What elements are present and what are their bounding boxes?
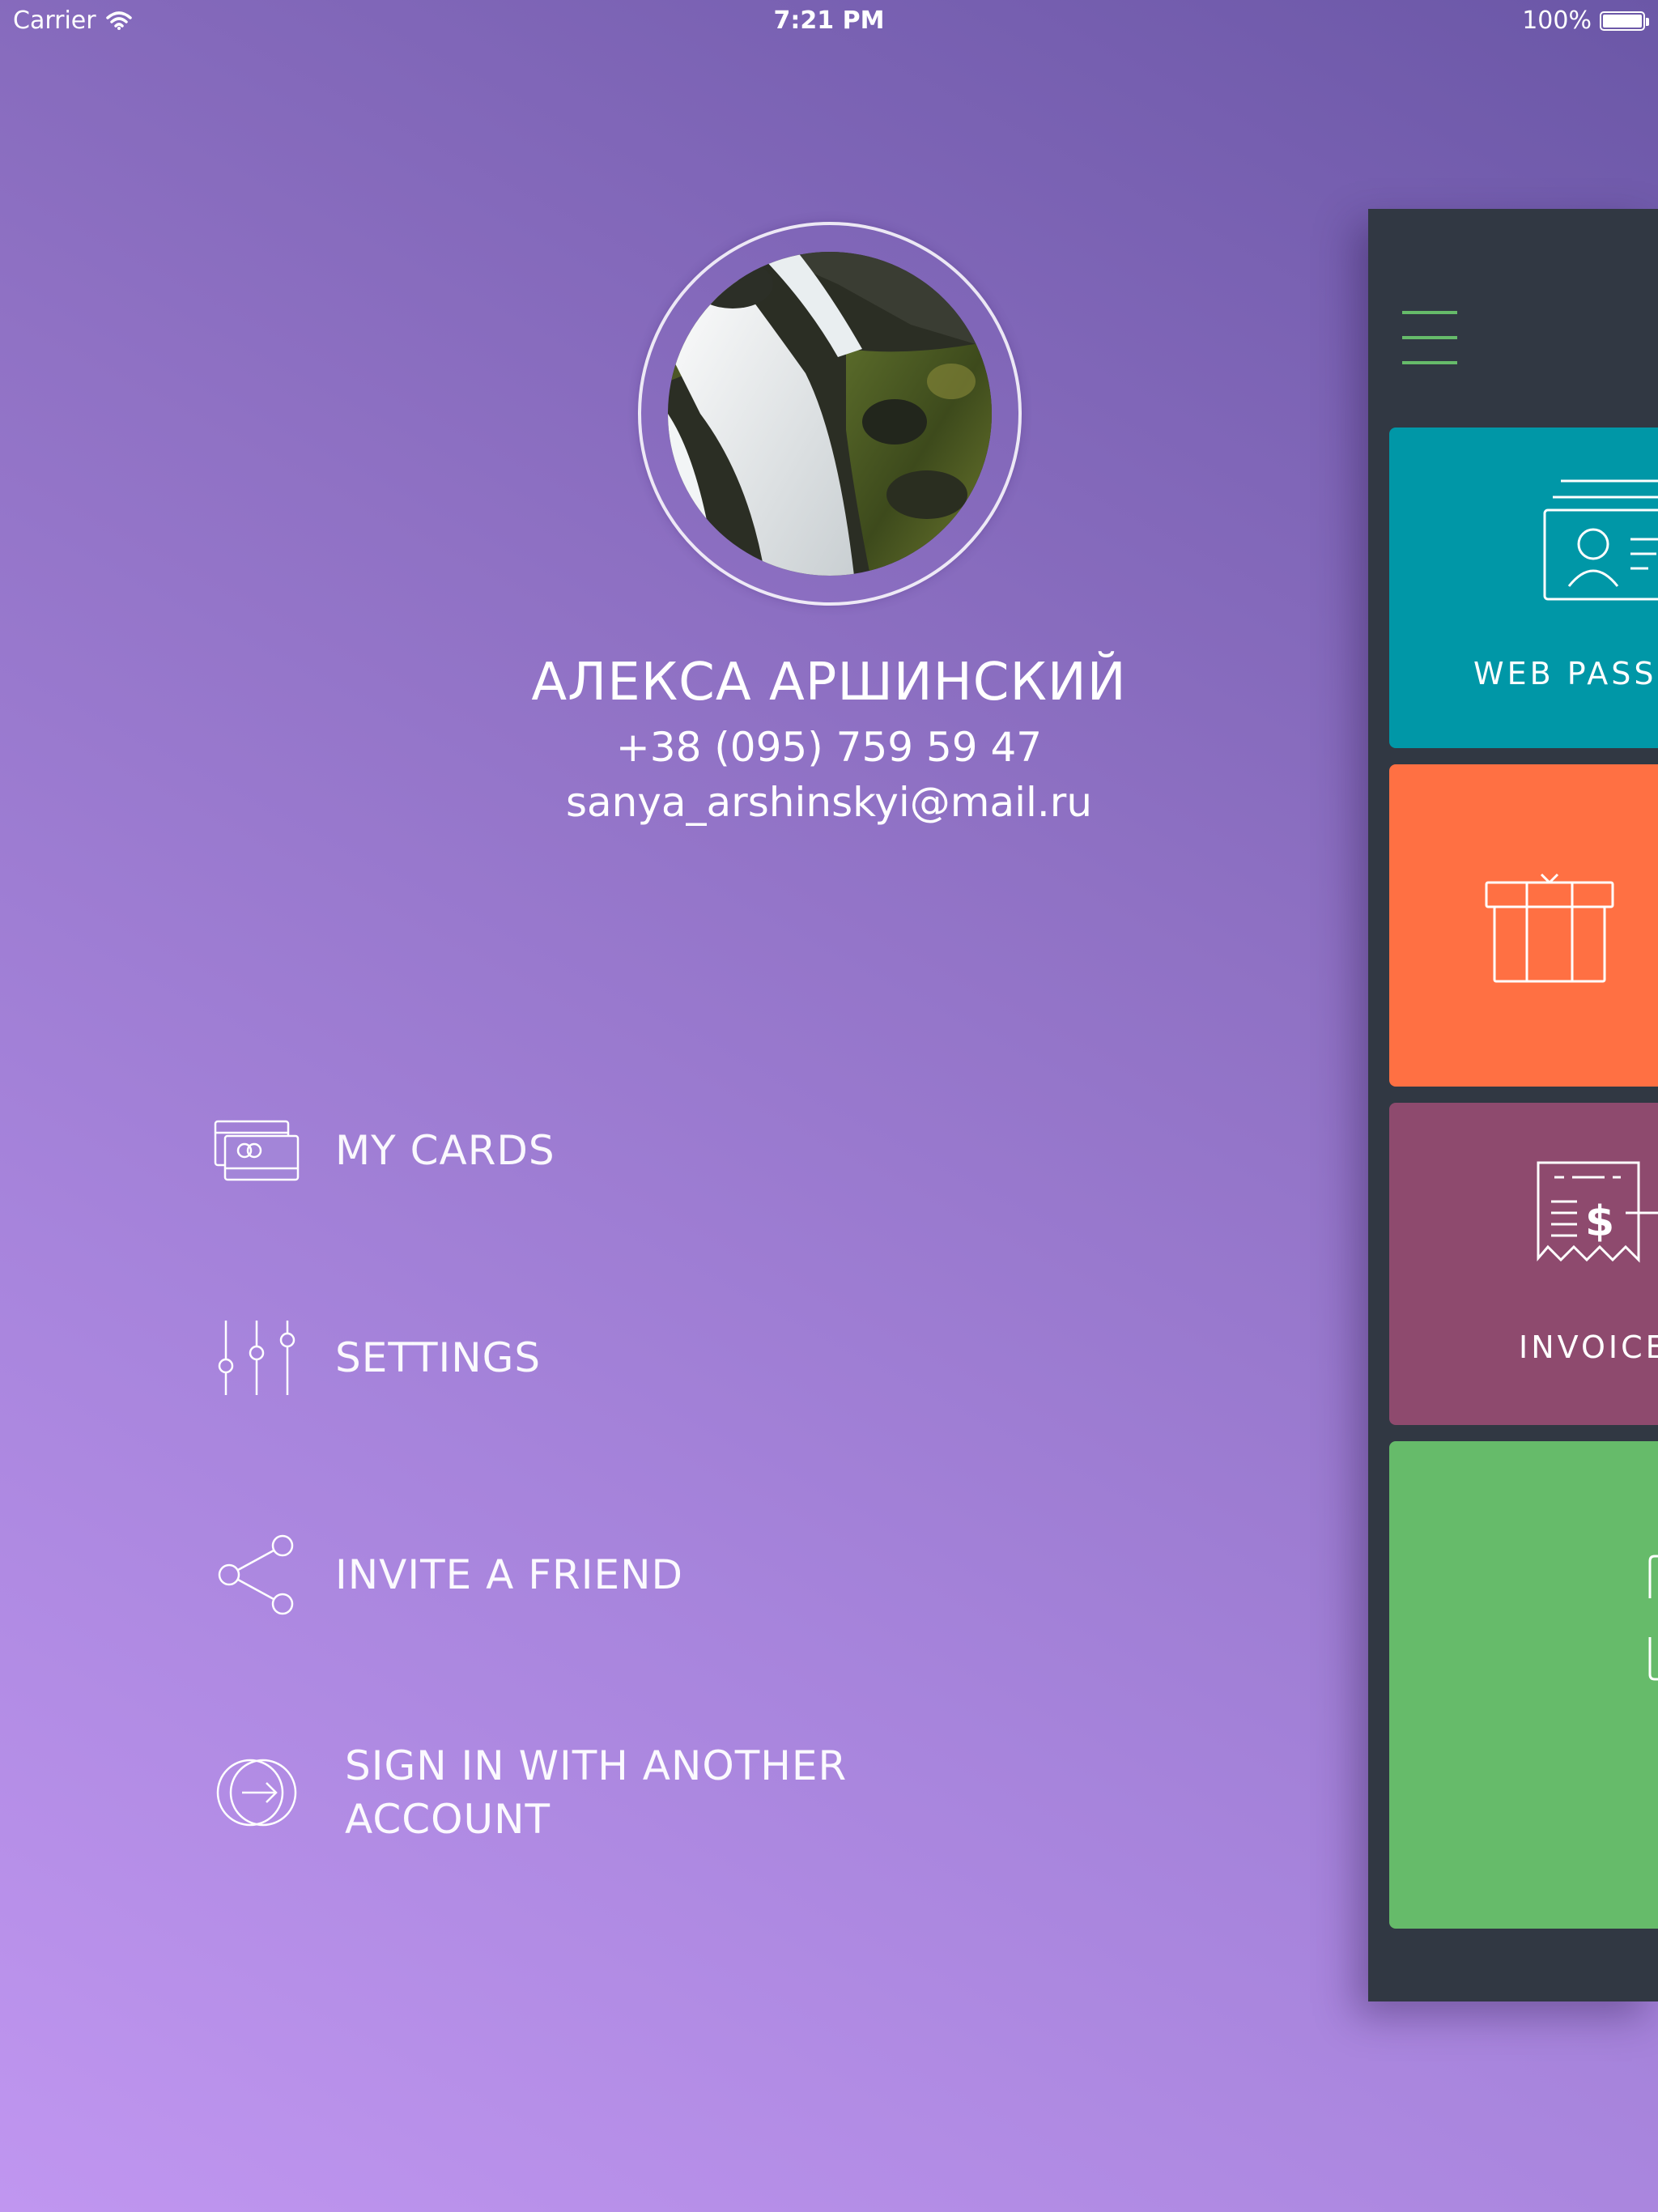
status-bar: Carrier 7:21 PM 100% xyxy=(0,0,1658,45)
tile-web-passport[interactable]: WEB PASSP xyxy=(1389,428,1658,748)
menu-item-invite-friend[interactable]: INVITE A FRIEND xyxy=(212,1530,683,1619)
menu-label-settings: SETTINGS xyxy=(335,1334,542,1381)
gift-icon xyxy=(1485,873,1614,983)
menu-label-sign-in-line1: SIGN IN WITH ANOTHER xyxy=(345,1742,848,1789)
avatar-photo xyxy=(668,252,992,576)
sign-in-icon xyxy=(212,1748,301,1837)
menu-label-invite-friend: INVITE A FRIEND xyxy=(335,1551,683,1598)
share-icon xyxy=(212,1530,301,1619)
invoice-icon: $ xyxy=(1537,1161,1658,1263)
avatar[interactable] xyxy=(638,222,1022,606)
battery-fill xyxy=(1603,14,1642,28)
battery-percent: 100% xyxy=(1522,6,1592,35)
status-time: 7:21 PM xyxy=(773,6,885,35)
tile-green[interactable] xyxy=(1389,1441,1658,1929)
tile-label-web-passport: WEB PASSP xyxy=(1473,656,1658,691)
hamburger-menu-icon[interactable] xyxy=(1402,311,1457,364)
menu-label-my-cards: MY CARDS xyxy=(335,1127,555,1174)
id-card-icon xyxy=(1543,479,1658,601)
menu-item-sign-in-another[interactable]: SIGN IN WITH ANOTHER ACCOUNT xyxy=(212,1739,863,1846)
sliders-icon xyxy=(212,1313,301,1402)
status-battery: 100% xyxy=(1522,6,1649,35)
menu-label-sign-in-another: SIGN IN WITH ANOTHER ACCOUNT xyxy=(345,1739,863,1846)
document-icon xyxy=(1648,1555,1658,1681)
menu-label-sign-in-line2: ACCOUNT xyxy=(345,1796,551,1843)
battery-icon xyxy=(1600,11,1649,31)
cards-icon xyxy=(212,1106,301,1195)
tile-label-invoice: INVOICE xyxy=(1519,1329,1658,1365)
svg-text:$: $ xyxy=(1585,1197,1614,1246)
menu-item-settings[interactable]: SETTINGS xyxy=(212,1313,541,1402)
main-panel[interactable]: WEB PASSP $ INVOICE xyxy=(1368,209,1658,2001)
menu-item-my-cards[interactable]: MY CARDS xyxy=(212,1106,555,1195)
tile-gift[interactable] xyxy=(1389,764,1658,1087)
tile-invoice[interactable]: $ INVOICE xyxy=(1389,1103,1658,1425)
